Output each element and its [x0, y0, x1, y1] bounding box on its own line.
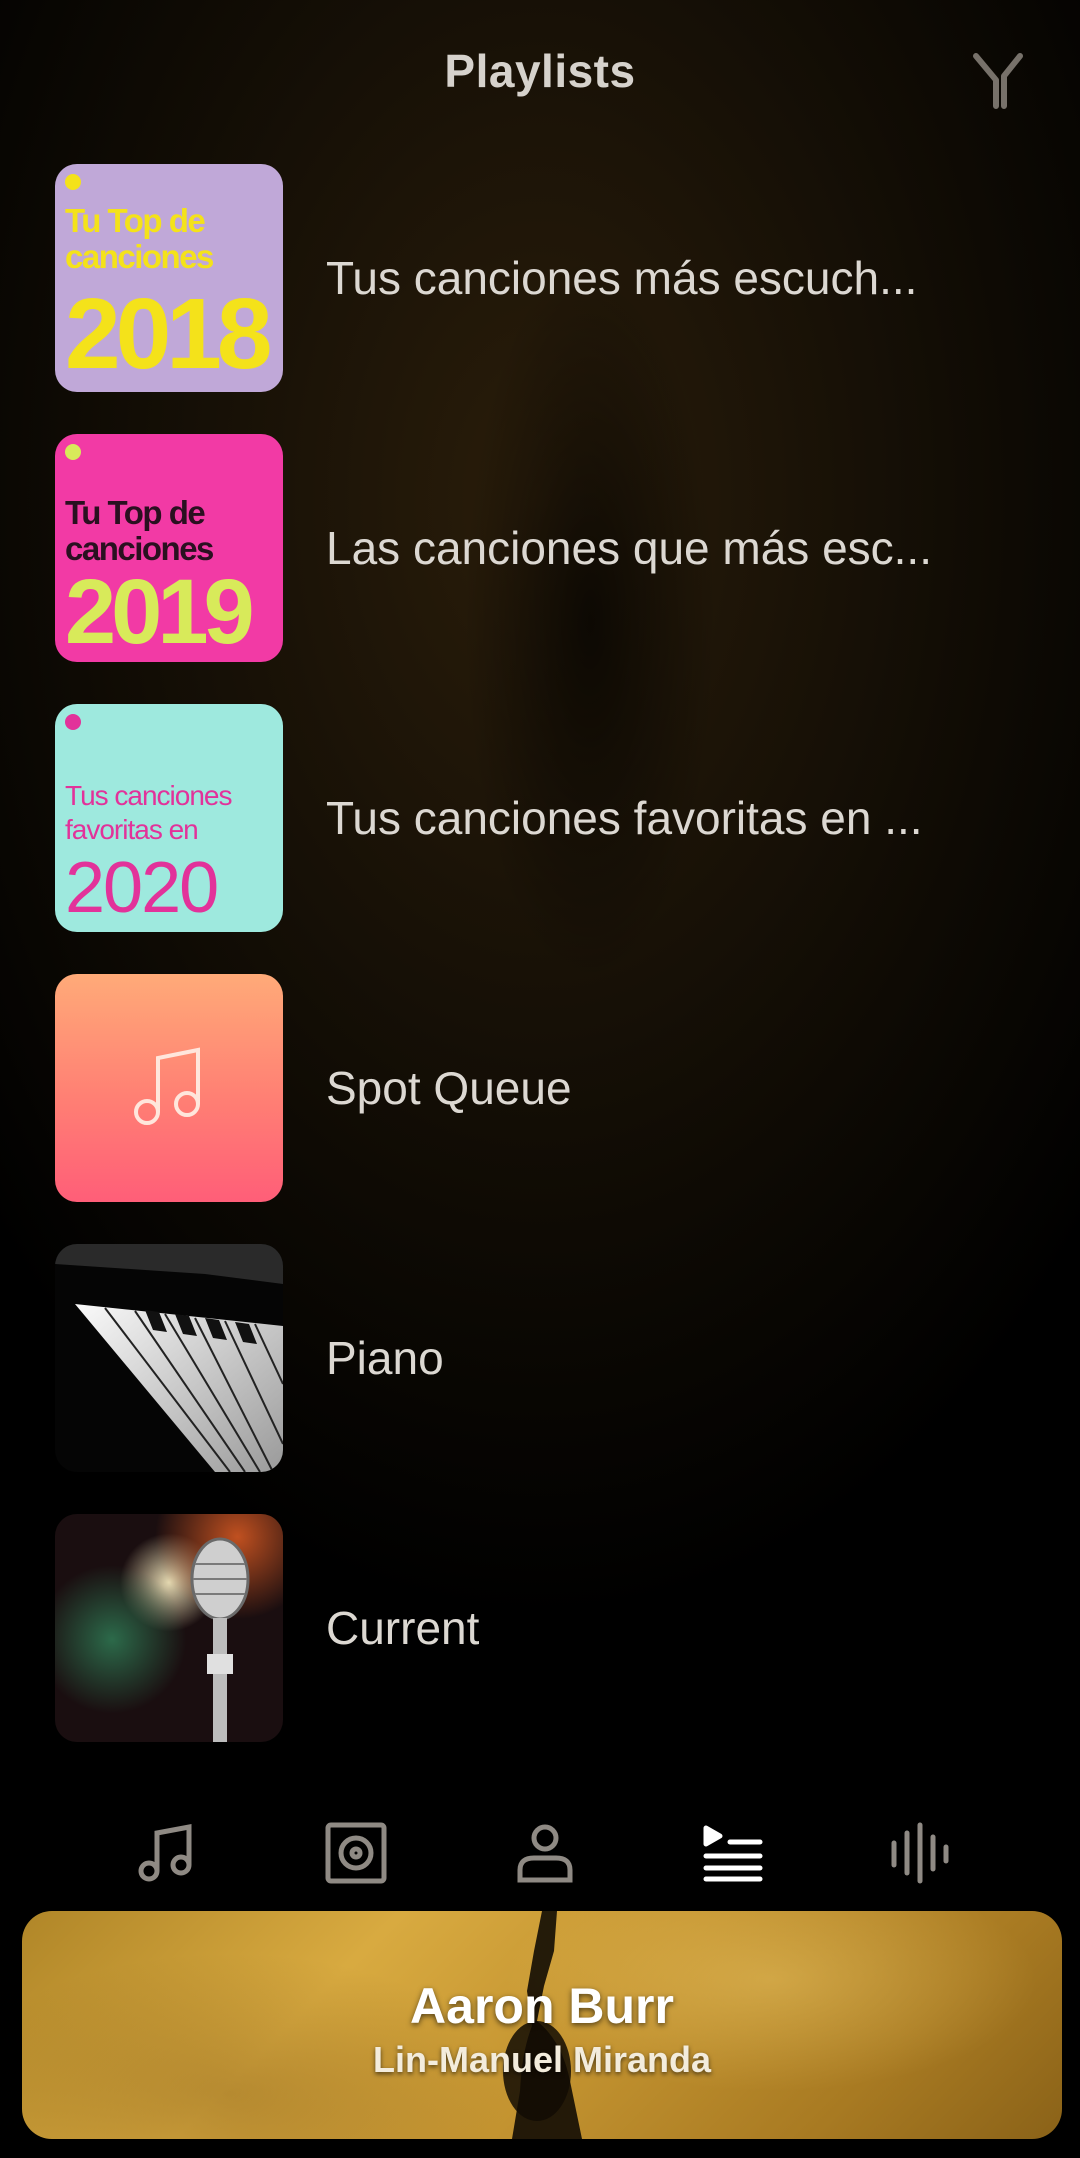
playlist-item-top-2018[interactable]: Tu Top de canciones 2018 Tus canciones m…: [55, 164, 1055, 392]
playlists-tab[interactable]: [688, 1808, 778, 1898]
cover-year: 2018: [65, 278, 272, 390]
playlist-item-piano[interactable]: Piano: [55, 1244, 1055, 1472]
waveform-icon: [891, 1822, 949, 1884]
spotify-logo-icon: [65, 174, 81, 190]
filter-y-icon: [973, 53, 1023, 109]
playlist-name: Piano: [326, 1332, 444, 1384]
microphone-image: [190, 1537, 250, 1742]
filter-button[interactable]: [968, 50, 1028, 110]
artists-tab[interactable]: [500, 1808, 590, 1898]
playlist-icon: [703, 1825, 763, 1882]
songs-tab[interactable]: [120, 1808, 210, 1898]
playlist-cover-2019: Tu Top de canciones 2019: [55, 434, 283, 662]
playlist-name: Spot Queue: [326, 1062, 572, 1114]
disc-icon: [325, 1822, 387, 1884]
cover-line1: Tu Top de: [65, 202, 206, 239]
playlist-item-top-2019[interactable]: Tu Top de canciones 2019 Las canciones q…: [55, 434, 1055, 662]
cover-line2: favoritas en: [65, 814, 199, 845]
playlist-item-favorites-2020[interactable]: Tus canciones favoritas en 2020 Tus canc…: [55, 704, 1055, 932]
bottom-tab-bar: [0, 1808, 1080, 1898]
cover-year: 2019: [65, 561, 255, 662]
playlist-name: Tus canciones favoritas en ...: [326, 792, 923, 844]
now-playing-title: Aaron Burr: [410, 1978, 674, 2034]
cover-line1: Tu Top de: [65, 494, 206, 531]
playlist-cover-piano: [55, 1244, 283, 1472]
person-icon: [517, 1824, 573, 1883]
music-note-icon: [134, 1047, 200, 1125]
cover-year: 2020: [65, 848, 219, 928]
albums-tab[interactable]: [311, 1808, 401, 1898]
playlist-cover-current: [55, 1514, 283, 1742]
spotify-logo-icon: [65, 714, 81, 730]
spotify-logo-icon: [65, 444, 81, 460]
playlist-name: Las canciones que más esc...: [326, 522, 932, 574]
cover-line1: Tus canciones: [65, 780, 232, 811]
now-playing-artist: Lin-Manuel Miranda: [372, 2039, 711, 2080]
playlist-item-current[interactable]: Current: [55, 1514, 1055, 1742]
page-title: Playlists: [444, 45, 636, 97]
header: Playlists: [0, 0, 1080, 150]
playlist-cover-2020: Tus canciones favoritas en 2020: [55, 704, 283, 932]
playlist-name: Current: [326, 1602, 480, 1654]
music-note-icon: [138, 1823, 192, 1882]
piano-keys-image: [55, 1244, 283, 1472]
playlist-cover-2018: Tu Top de canciones 2018: [55, 164, 283, 392]
playlist-name: Tus canciones más escuch...: [326, 252, 918, 304]
playlist-cover-spot-queue: [55, 974, 283, 1202]
equalizer-tab[interactable]: [875, 1808, 965, 1898]
cover-line2: canciones: [65, 238, 214, 275]
now-playing-bar[interactable]: Aaron Burr Lin-Manuel Miranda: [22, 1911, 1062, 2139]
playlist-item-spot-queue[interactable]: Spot Queue: [55, 974, 1055, 1202]
